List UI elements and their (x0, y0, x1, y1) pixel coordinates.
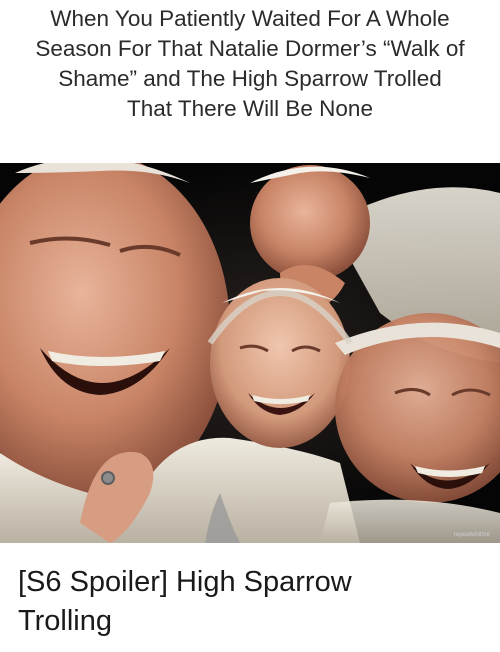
figure-right-laughing (320, 313, 500, 543)
watermark-text: repeatwhitme (453, 532, 490, 538)
collage-illustration (0, 163, 500, 543)
post-title[interactable]: [S6 Spoiler] High Sparrow Trolling (18, 563, 488, 641)
caption-line: That There Will Be None (127, 96, 373, 121)
caption-line: When You Patiently Waited For A Whole (50, 6, 450, 31)
post-title-line: [S6 Spoiler] High Sparrow (18, 566, 352, 598)
caption-line: Season For That Natalie Dormer’s “Walk o… (35, 36, 465, 61)
post-title-line: Trolling (18, 605, 113, 637)
caption-line: Shame” and The High Sparrow Trolled (58, 66, 442, 91)
meme-caption: When You Patiently Waited For A Whole Se… (0, 4, 500, 124)
meme-photo-collage: repeatwhitme (0, 163, 500, 543)
